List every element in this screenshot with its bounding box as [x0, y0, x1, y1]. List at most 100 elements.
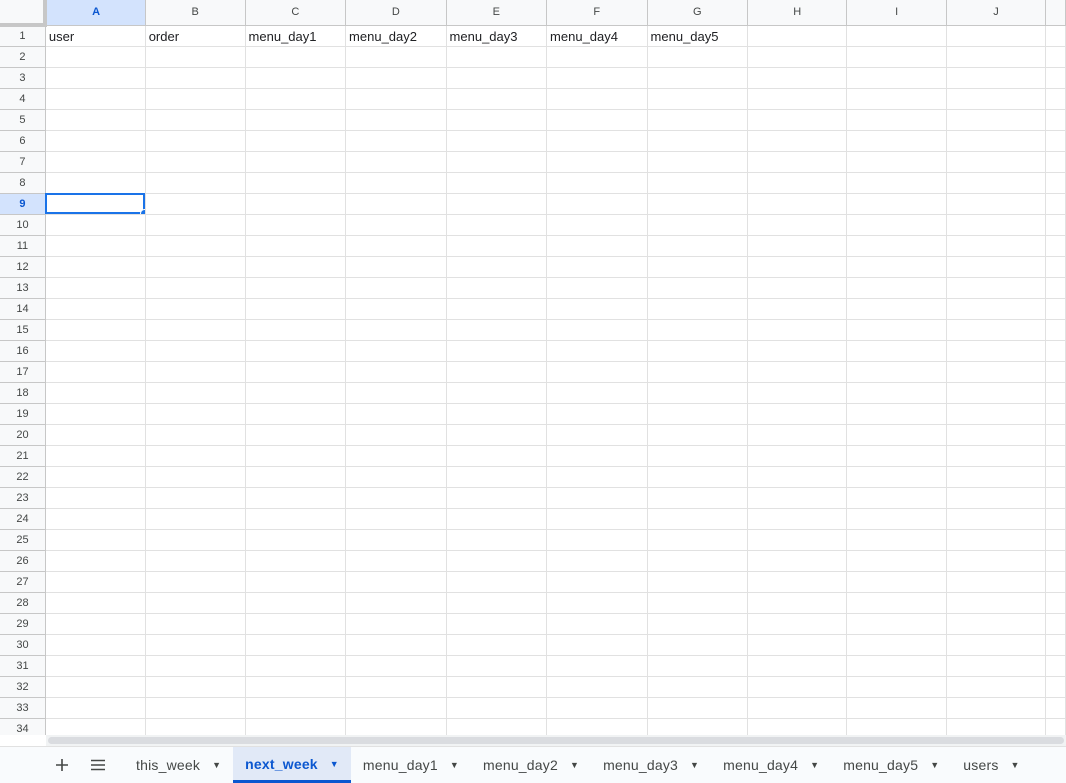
cell-h6[interactable] [747, 130, 848, 152]
cell-j5[interactable] [946, 109, 1047, 131]
row-header-8[interactable]: 8 [0, 172, 46, 194]
cell-b21[interactable] [145, 445, 246, 467]
cell-j29[interactable] [946, 613, 1047, 635]
column-header-h[interactable]: H [747, 0, 848, 26]
tab-menu-day5[interactable]: menu_day5 ▼ [831, 747, 951, 783]
cell-c12[interactable] [245, 256, 347, 278]
cell-partial[interactable] [1045, 298, 1066, 320]
row-header-15[interactable]: 15 [0, 319, 46, 341]
cell-j28[interactable] [946, 592, 1047, 614]
cell-d15[interactable] [345, 319, 447, 341]
cell-partial[interactable] [1045, 46, 1066, 68]
tab-next-week[interactable]: next_week ▼ [233, 747, 351, 783]
cell-f24[interactable] [546, 508, 648, 530]
column-header-partial[interactable] [1045, 0, 1066, 26]
tab-users[interactable]: users ▼ [951, 747, 1031, 783]
cell-h19[interactable] [747, 403, 848, 425]
cell-partial[interactable] [1045, 382, 1066, 404]
cell-j11[interactable] [946, 235, 1047, 257]
cell-h20[interactable] [747, 424, 848, 446]
cell-f13[interactable] [546, 277, 648, 299]
cell-a29[interactable] [45, 613, 146, 635]
cell-e26[interactable] [446, 550, 548, 572]
cell-f18[interactable] [546, 382, 648, 404]
cell-j25[interactable] [946, 529, 1047, 551]
caret-down-icon[interactable]: ▼ [1011, 760, 1020, 770]
cell-g34[interactable] [647, 718, 749, 735]
cell-a5[interactable] [45, 109, 146, 131]
cell-b18[interactable] [145, 382, 246, 404]
tab-menu-day2[interactable]: menu_day2 ▼ [471, 747, 591, 783]
cell-partial[interactable] [1045, 340, 1066, 362]
cell-b31[interactable] [145, 655, 246, 677]
cell-i25[interactable] [846, 529, 947, 551]
cell-i32[interactable] [846, 676, 947, 698]
caret-down-icon[interactable]: ▼ [212, 760, 221, 770]
cell-d34[interactable] [345, 718, 447, 735]
cell-e22[interactable] [446, 466, 548, 488]
cell-j14[interactable] [946, 298, 1047, 320]
cell-a31[interactable] [45, 655, 146, 677]
cell-f17[interactable] [546, 361, 648, 383]
cell-partial[interactable] [1045, 109, 1066, 131]
cell-e2[interactable] [446, 46, 548, 68]
cell-j19[interactable] [946, 403, 1047, 425]
cell-j9[interactable] [946, 193, 1047, 215]
cell-h7[interactable] [747, 151, 848, 173]
cell-f8[interactable] [546, 172, 648, 194]
cell-c11[interactable] [245, 235, 347, 257]
cell-c7[interactable] [245, 151, 347, 173]
cell-f28[interactable] [546, 592, 648, 614]
cell-d5[interactable] [345, 109, 447, 131]
row-header-9[interactable]: 9 [0, 193, 46, 215]
cell-e24[interactable] [446, 508, 548, 530]
cell-a2[interactable] [45, 46, 146, 68]
cell-g24[interactable] [647, 508, 749, 530]
cell-b17[interactable] [145, 361, 246, 383]
cell-c31[interactable] [245, 655, 347, 677]
row-header-28[interactable]: 28 [0, 592, 46, 614]
cell-a13[interactable] [45, 277, 146, 299]
cell-d12[interactable] [345, 256, 447, 278]
row-header-3[interactable]: 3 [0, 67, 46, 89]
row-header-18[interactable]: 18 [0, 382, 46, 404]
cell-e13[interactable] [446, 277, 548, 299]
caret-down-icon[interactable]: ▼ [450, 760, 459, 770]
cell-h10[interactable] [747, 214, 848, 236]
cell-i27[interactable] [846, 571, 947, 593]
cell-c29[interactable] [245, 613, 347, 635]
cell-i21[interactable] [846, 445, 947, 467]
cell-f29[interactable] [546, 613, 648, 635]
cell-a19[interactable] [45, 403, 146, 425]
cell-b20[interactable] [145, 424, 246, 446]
cell-i28[interactable] [846, 592, 947, 614]
horizontal-scrollbar[interactable] [46, 735, 1066, 746]
cell-g33[interactable] [647, 697, 749, 719]
cell-h2[interactable] [747, 46, 848, 68]
cell-b4[interactable] [145, 88, 246, 110]
row-header-33[interactable]: 33 [0, 697, 46, 719]
row-header-17[interactable]: 17 [0, 361, 46, 383]
cell-g8[interactable] [647, 172, 749, 194]
cell-c30[interactable] [245, 634, 347, 656]
cell-a34[interactable] [45, 718, 146, 735]
cell-e12[interactable] [446, 256, 548, 278]
cell-e16[interactable] [446, 340, 548, 362]
cell-f31[interactable] [546, 655, 648, 677]
cell-i8[interactable] [846, 172, 947, 194]
cell-f4[interactable] [546, 88, 648, 110]
cell-j24[interactable] [946, 508, 1047, 530]
cell-a33[interactable] [45, 697, 146, 719]
row-header-26[interactable]: 26 [0, 550, 46, 572]
row-header-22[interactable]: 22 [0, 466, 46, 488]
cell-c16[interactable] [245, 340, 347, 362]
cell-partial[interactable] [1045, 88, 1066, 110]
cell-f7[interactable] [546, 151, 648, 173]
cell-h23[interactable] [747, 487, 848, 509]
cell-d14[interactable] [345, 298, 447, 320]
cell-a23[interactable] [45, 487, 146, 509]
column-header-g[interactable]: G [647, 0, 749, 26]
cell-e21[interactable] [446, 445, 548, 467]
cell-d21[interactable] [345, 445, 447, 467]
cell-e27[interactable] [446, 571, 548, 593]
